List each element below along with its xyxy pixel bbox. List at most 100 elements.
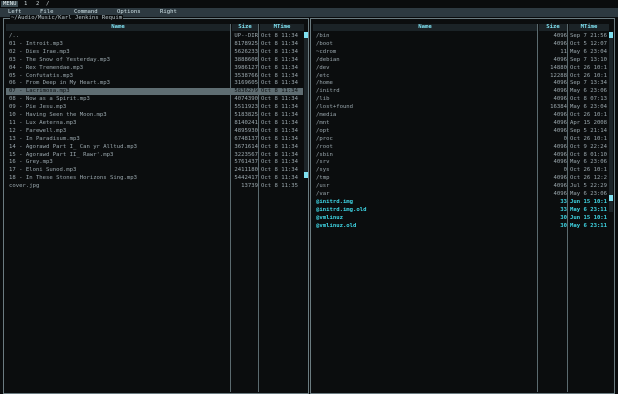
right-col-mtime-header[interactable]: MTime [569, 24, 609, 31]
file-row[interactable]: 17 - Eloni Sunod.mp3 2411180 Oct 8 11:34 [6, 167, 303, 174]
tab-menu[interactable]: MENU [1, 1, 19, 7]
right-col-name-header[interactable]: Name [313, 24, 537, 31]
file-name: /lib [316, 96, 330, 103]
file-mtime: Oct 26 10:15 [570, 64, 607, 71]
left-col-name-header[interactable]: Name [6, 24, 230, 31]
file-mtime: Oct 26 10:15 [570, 72, 607, 79]
file-name: /opt [316, 127, 330, 134]
file-size: 4096 [553, 159, 567, 166]
file-row[interactable]: 15 - Agorawd Part II_ Rawr'.mp3 3223567 Oc… [6, 152, 303, 159]
file-name: /tmp [316, 175, 330, 182]
file-row[interactable]: 11 - Lux Aeterna.mp3 8140241 Oct 8 11:34 [6, 120, 303, 127]
file-row[interactable]: /lost+found 16384 May 6 23:04 [313, 104, 607, 111]
file-size: 33 [560, 198, 567, 205]
right-file-panel[interactable]: Name Size MTime /bin 4096 Sep 7 21:56/boot… [310, 18, 615, 394]
left-col-mtime-header[interactable]: MTime [260, 24, 304, 31]
tab-2[interactable]: 2 [34, 1, 41, 7]
file-size: 0 [563, 135, 567, 142]
file-row[interactable]: /.. UP--DIR Oct 8 11:34 [6, 33, 303, 40]
file-row[interactable]: 01 - Introit.mp3 8178925 Oct 8 11:34 [6, 41, 303, 48]
file-mtime: Oct 8 11:34 [261, 119, 299, 126]
file-size: 4096 [553, 88, 567, 95]
right-col-size-header[interactable]: Size [539, 24, 567, 31]
file-mtime: May 6 23:06 [570, 159, 607, 166]
file-row[interactable]: ~cdrom 11 May 6 23:04 [313, 49, 607, 56]
file-row[interactable]: /sys 0 Oct 26 10:14 [313, 167, 607, 174]
file-size: 4096 [553, 119, 567, 126]
file-row[interactable]: /bin 4096 Sep 7 21:56 [313, 33, 607, 40]
file-name: @initrd.img.old [316, 206, 367, 213]
file-name: /srv [316, 159, 330, 166]
file-size: 3888608 [234, 56, 258, 63]
file-row[interactable]: 14 - Agorawd Part I_ Can yr Alltud.mp3 36… [6, 144, 303, 151]
file-row[interactable]: /tmp 4096 Oct 26 12:20 [313, 175, 607, 182]
file-row[interactable]: /mnt 4096 Apr 15 2008 [313, 120, 607, 127]
file-mtime: Oct 8 11:34 [261, 151, 299, 158]
right-scroll-down[interactable] [609, 195, 613, 201]
file-name: /usr [316, 183, 330, 190]
file-row[interactable]: @initrd.img 33 Jun 15 10:12 [313, 199, 607, 206]
file-row[interactable]: /media 4096 Oct 26 10:15 [313, 112, 607, 119]
file-row[interactable]: /opt 4096 Sep 5 21:14 [313, 128, 607, 135]
file-row[interactable]: /dev 14880 Oct 26 10:15 [313, 65, 607, 72]
file-row[interactable]: cover.jpg 13739 Oct 8 11:35 [6, 183, 303, 190]
file-row[interactable]: /sbin 4096 Oct 8 01:10 [313, 152, 607, 159]
file-row[interactable]: 13 - In Paradisum.mp3 6748137 Oct 8 11:34 [6, 136, 303, 143]
file-row[interactable]: /var 4096 May 6 23:06 [313, 191, 607, 198]
file-size: 0 [563, 167, 567, 174]
left-scrollbar[interactable] [304, 32, 308, 178]
file-size: 4074390 [234, 96, 258, 103]
file-mtime: Oct 8 11:34 [261, 96, 299, 103]
file-row[interactable]: /usr 4096 Jul 5 22:29 [313, 183, 607, 190]
file-row[interactable]: 06 - From Deep in My Heart.mp3 3169605 Oct… [6, 80, 303, 87]
file-size: 4096 [553, 183, 567, 190]
file-name: /boot [316, 40, 333, 47]
file-row[interactable]: /srv 4096 May 6 23:06 [313, 159, 607, 166]
left-scroll-down[interactable] [304, 172, 308, 178]
menu-right[interactable]: Right [160, 8, 177, 17]
file-row[interactable]: 18 - In These Stones Horizons Sing.mp3 54… [6, 175, 303, 182]
file-row[interactable]: /proc 0 Oct 26 10:14 [313, 136, 607, 143]
file-mtime: Oct 8 11:34 [261, 80, 299, 87]
left-scroll-up[interactable] [304, 32, 308, 38]
file-row[interactable]: 16 - Grey.mp3 5761437 Oct 8 11:34 [6, 159, 303, 166]
file-row[interactable]: @vmlinuz 30 Jun 15 10:12 [313, 215, 607, 222]
tab-1[interactable]: 1 [22, 1, 29, 7]
file-row[interactable]: /boot 4096 Oct 5 12:07 [313, 41, 607, 48]
file-row[interactable]: /etc 12288 Oct 26 10:15 [313, 73, 607, 80]
file-name: /dev [316, 64, 330, 71]
file-name: ~cdrom [316, 48, 337, 55]
file-row[interactable]: 04 - Rex Tremendae.mp3 3986127 Oct 8 11:34 [6, 65, 303, 72]
file-row[interactable]: 08 - Now as a Spirit.mp3 4074390 Oct 8 11:… [6, 96, 303, 103]
file-mtime: Sep 7 13:34 [570, 80, 607, 87]
file-mtime: May 6 23:06 [570, 191, 607, 197]
tab-close[interactable]: / [44, 1, 51, 7]
file-row[interactable]: 10 - Having Seen the Moon.mp3 5183825 Oct … [6, 112, 303, 119]
file-mtime: Apr 15 2008 [570, 119, 607, 126]
file-row[interactable]: 07 - Lacrimosa.mp3 5836279 Oct 8 11:34 [6, 88, 303, 96]
file-size: 3671614 [234, 143, 258, 150]
file-row[interactable]: 02 - Dies Irae.mp3 5626233 Oct 8 11:34 [6, 49, 303, 56]
left-file-panel[interactable]: ~/Audio/Music/Karl Jenkins Requim Name S… [3, 15, 309, 394]
file-row[interactable]: /lib 4096 Oct 8 07:13 [313, 96, 607, 103]
file-name: 07 - Lacrimosa.mp3 [9, 88, 70, 95]
file-size: 16384 [550, 104, 567, 111]
file-row[interactable]: /root 4096 Oct 9 22:24 [313, 144, 607, 151]
file-row[interactable]: /debian 4096 Sep 7 13:10 [313, 57, 607, 64]
file-mtime: Oct 8 11:34 [261, 40, 299, 47]
file-row[interactable]: 03 - The Snow of Yesterday.mp3 3888608 Oct… [6, 57, 303, 64]
file-row[interactable]: 05 - Confutatis.mp3 3538766 Oct 8 11:34 [6, 73, 303, 80]
left-col-size-header[interactable]: Size [232, 24, 258, 31]
file-name: /mnt [316, 119, 330, 126]
right-scrollbar[interactable] [609, 32, 613, 212]
file-mtime: Oct 8 11:35 [261, 183, 299, 190]
file-row[interactable]: 12 - Farewell.mp3 4895930 Oct 8 11:34 [6, 128, 303, 135]
right-scroll-up[interactable] [609, 32, 613, 38]
file-mtime: Oct 26 10:15 [570, 112, 607, 118]
file-row[interactable]: 09 - Pie Jesu.mp3 5511923 Oct 8 11:34 [6, 104, 303, 111]
file-row[interactable]: @initrd.img.old 33 May 6 23:11 [313, 207, 607, 214]
file-row[interactable]: @vmlinuz.old 30 May 6 23:11 [313, 223, 607, 230]
file-size: 30 [560, 214, 567, 221]
file-row[interactable]: /initrd 4096 May 6 23:06 [313, 88, 607, 95]
file-row[interactable]: /home 4096 Sep 7 13:34 [313, 80, 607, 87]
